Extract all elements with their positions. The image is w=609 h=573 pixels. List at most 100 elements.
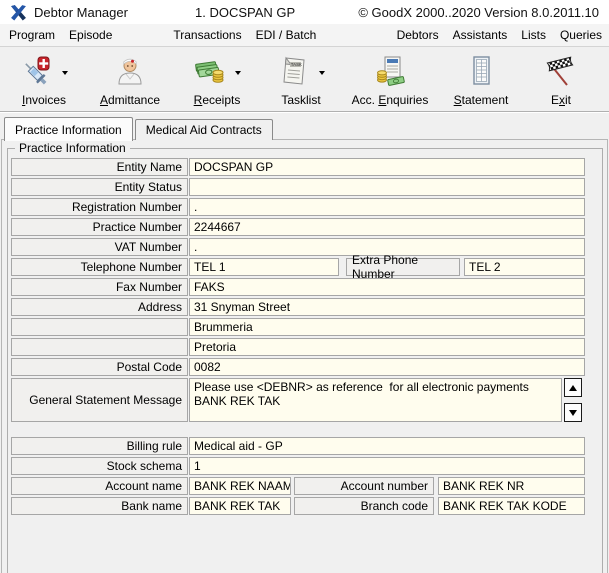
tasklist-label: Tasklist — [281, 93, 320, 107]
telephone-number-field[interactable]: TEL 1 — [189, 258, 339, 276]
entity-status-row: Entity Status — [11, 178, 585, 198]
menu-edi-batch-management[interactable]: EDI / Batch Management — [249, 24, 390, 47]
receipts-dropdown-arrow-icon[interactable] — [235, 71, 241, 75]
menu-assistants[interactable]: Assistants — [446, 24, 515, 47]
branch-code-field[interactable]: BANK REK TAK KODE — [438, 497, 585, 515]
exit-button[interactable]: Exit — [524, 51, 598, 109]
extra-phone-number-label: Extra Phone Number — [346, 258, 460, 276]
branch-code-label: Branch code — [294, 497, 434, 515]
down-arrow-icon — [569, 410, 577, 416]
tab-page: Practice Information Entity Name DOCSPAN… — [1, 139, 608, 573]
address-line2-field[interactable]: Brummeria — [189, 318, 585, 336]
svg-text:TASK: TASK — [290, 62, 301, 67]
tab-practice-information[interactable]: Practice Information — [4, 117, 133, 141]
vat-number-row: VAT Number . — [11, 238, 585, 258]
registration-number-field[interactable]: . — [189, 198, 585, 216]
title-bar: Debtor Manager 1. DOCSPAN GP © GoodX 200… — [0, 0, 609, 24]
registration-number-row: Registration Number . — [11, 198, 585, 218]
telephone-row: Telephone Number TEL 1 Extra Phone Numbe… — [11, 258, 585, 278]
fax-number-field[interactable]: FAKS — [189, 278, 585, 296]
stock-schema-row: Stock schema 1 — [11, 457, 585, 477]
menu-queries[interactable]: Queries — [553, 24, 609, 47]
message-scrollbar — [564, 378, 583, 422]
address-label-spacer-1 — [11, 318, 188, 336]
tasklist-button[interactable]: TASK Tasklist — [260, 51, 342, 109]
billing-rule-label: Billing rule — [11, 437, 188, 455]
account-number-label: Account number — [294, 477, 434, 495]
menu-debtors[interactable]: Debtors — [390, 24, 446, 47]
invoices-label: Invoices — [22, 93, 66, 107]
address-label: Address — [11, 298, 188, 316]
context-title: 1. DOCSPAN GP — [195, 0, 295, 24]
admittance-button[interactable]: Admittance — [86, 51, 174, 109]
statement-label: Statement — [454, 93, 509, 107]
postal-code-row: Postal Code 0082 — [11, 358, 585, 378]
tasklist-icon: TASK — [278, 55, 310, 87]
menu-bar: Program Episode Numbers Transactions EDI… — [0, 24, 609, 47]
bank-name-field[interactable]: BANK REK TAK — [189, 497, 291, 515]
bank-name-label: Bank name — [11, 497, 188, 515]
entity-status-field[interactable] — [189, 178, 585, 196]
general-statement-message-field[interactable]: Please use <DEBNR> as reference for all … — [189, 378, 562, 422]
exit-icon — [545, 55, 577, 87]
fax-number-row: Fax Number FAKS — [11, 278, 585, 298]
registration-number-label: Registration Number — [11, 198, 188, 216]
practice-information-groupbox: Practice Information Entity Name DOCSPAN… — [7, 148, 603, 573]
practice-number-field[interactable]: 2244667 — [189, 218, 585, 236]
practice-number-label: Practice Number — [11, 218, 188, 236]
menu-transactions[interactable]: Transactions — [166, 24, 248, 47]
account-name-label: Account name — [11, 477, 188, 495]
telephone-number-label: Telephone Number — [11, 258, 188, 276]
address-row-3: Pretoria — [11, 338, 585, 358]
billing-rule-row: Billing rule Medical aid - GP — [11, 437, 585, 457]
vat-number-label: VAT Number — [11, 238, 188, 256]
app-title: Debtor Manager — [34, 5, 128, 20]
invoices-icon — [21, 55, 53, 87]
practice-number-row: Practice Number 2244667 — [11, 218, 585, 238]
tasklist-dropdown-arrow-icon[interactable] — [319, 71, 325, 75]
groupbox-title: Practice Information — [15, 141, 130, 155]
practice-information-form: Entity Name DOCSPAN GP Entity Status Reg… — [11, 158, 585, 517]
admittance-label: Admittance — [100, 93, 160, 107]
fax-number-label: Fax Number — [11, 278, 188, 296]
address-row-1: Address 31 Snyman Street — [11, 298, 585, 318]
scroll-up-button[interactable] — [564, 378, 582, 397]
receipts-button[interactable]: Receipts — [174, 51, 260, 109]
scroll-down-button[interactable] — [564, 403, 582, 422]
account-row: Account name BANK REK NAAM Account numbe… — [11, 477, 585, 497]
menu-episode-numbers[interactable]: Episode Numbers — [62, 24, 166, 47]
statement-button[interactable]: Statement — [438, 51, 524, 109]
toolbar: Invoices Admittance — [0, 48, 609, 112]
menu-program[interactable]: Program — [2, 24, 62, 47]
entity-name-row: Entity Name DOCSPAN GP — [11, 158, 585, 178]
tab-medical-aid-contracts[interactable]: Medical Aid Contracts — [135, 119, 273, 140]
stock-schema-label: Stock schema — [11, 457, 188, 475]
invoices-dropdown-arrow-icon[interactable] — [62, 71, 68, 75]
admittance-icon — [114, 55, 146, 87]
postal-code-label: Postal Code — [11, 358, 188, 376]
account-name-field[interactable]: BANK REK NAAM — [189, 477, 291, 495]
stock-schema-field[interactable]: 1 — [189, 457, 585, 475]
receipts-label: Receipts — [194, 93, 241, 107]
invoices-button[interactable]: Invoices — [2, 51, 86, 109]
exit-label: Exit — [551, 93, 571, 107]
acc-enquiries-button[interactable]: Acc. Enquiries — [342, 51, 438, 109]
entity-status-label: Entity Status — [11, 178, 188, 196]
section-gap — [11, 422, 585, 437]
entity-name-label: Entity Name — [11, 158, 188, 176]
address-line3-field[interactable]: Pretoria — [189, 338, 585, 356]
address-line1-field[interactable]: 31 Snyman Street — [189, 298, 585, 316]
extra-phone-number-field[interactable]: TEL 2 — [464, 258, 585, 276]
general-statement-message-row: General Statement Message Please use <DE… — [11, 378, 585, 422]
address-label-spacer-2 — [11, 338, 188, 356]
acc-enquiries-label: Acc. Enquiries — [352, 93, 429, 107]
entity-name-field[interactable]: DOCSPAN GP — [189, 158, 585, 176]
menu-lists[interactable]: Lists — [514, 24, 553, 47]
address-row-2: Brummeria — [11, 318, 585, 338]
copyright-version: © GoodX 2000..2020 Version 8.0.2011.10 — [358, 5, 599, 20]
account-number-field[interactable]: BANK REK NR — [438, 477, 585, 495]
receipts-icon — [194, 55, 226, 87]
billing-rule-field[interactable]: Medical aid - GP — [189, 437, 585, 455]
postal-code-field[interactable]: 0082 — [189, 358, 585, 376]
bank-row: Bank name BANK REK TAK Branch code BANK … — [11, 497, 585, 517]
